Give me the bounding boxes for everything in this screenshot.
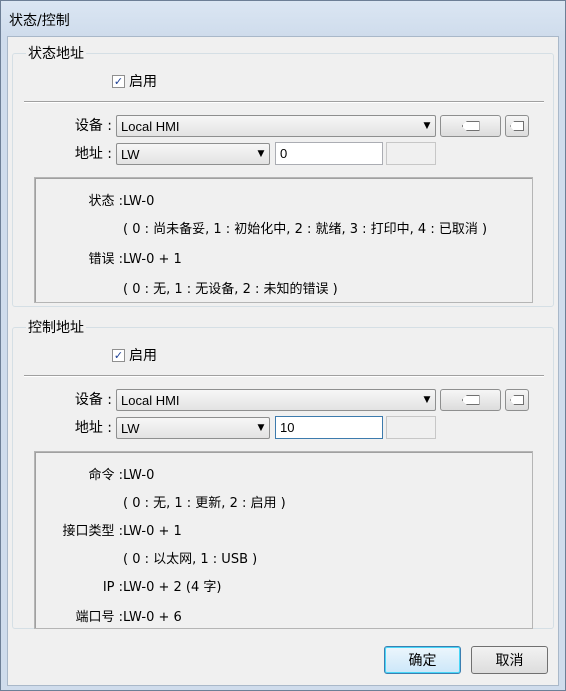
status-info-panel: 状态 :LW-0 ( 0 : 尚未备妥, 1 : 初始化中, 2 : 就绪, 3… — [34, 177, 533, 303]
status-enable-checkbox[interactable]: ✓ 启用 — [112, 71, 157, 91]
control-row-interface: 接口类型 :LW-0 + 1 — [62, 524, 182, 539]
control-info-panel: 命令 :LW-0 ( 0 : 无, 1 : 更新, 2 : 启用 ) 接口类型 … — [34, 451, 533, 629]
status-enable-label: 启用 — [129, 74, 157, 90]
tag-add-icon — [510, 395, 524, 405]
status-device-value: Local HMI — [121, 118, 180, 134]
tag-setting-icon — [461, 121, 480, 131]
control-divider — [24, 375, 544, 377]
tag-setting-icon — [461, 395, 480, 405]
status-row-error-desc: ( 0 : 无, 1 : 无设备, 2 : 未知的错误 ) — [123, 282, 338, 297]
status-row-state: 状态 :LW-0 — [88, 194, 155, 209]
status-divider — [24, 101, 544, 103]
chevron-down-icon: ▼ — [257, 423, 265, 433]
tag-add-icon — [510, 121, 524, 131]
control-device-label: 设备 : — [74, 392, 112, 408]
status-device-settings-button[interactable] — [440, 115, 501, 137]
control-row-command-desc: ( 0 : 无, 1 : 更新, 2 : 启用 ) — [123, 496, 286, 511]
control-address-input[interactable]: 10 — [275, 416, 383, 439]
status-row-state-desc: ( 0 : 尚未备妥, 1 : 初始化中, 2 : 就绪, 3 : 打印中, 4… — [123, 222, 488, 237]
status-row-error: 错误 :LW-0 + 1 — [88, 252, 182, 267]
status-address-title: 状态地址 — [26, 43, 86, 63]
control-device-select[interactable]: Local HMI ▼ — [116, 389, 436, 411]
control-row-port: 端口号 :LW-0 + 6 — [75, 610, 182, 625]
checkmark-icon: ✓ — [112, 348, 125, 362]
status-address-type-value: LW — [121, 146, 140, 162]
ok-button[interactable]: 确定 — [384, 646, 461, 674]
chevron-down-icon: ▼ — [423, 121, 431, 131]
control-device-settings-button[interactable] — [440, 389, 501, 411]
status-device-add-button[interactable] — [505, 115, 529, 137]
dialog-client-area: 状态地址 ✓ 启用 设备 : Local HMI ▼ 地址 : LW ▼ 0 状… — [7, 36, 559, 686]
title-bar: 状态/控制 — [1, 1, 565, 36]
status-address-input[interactable]: 0 — [275, 142, 383, 165]
control-row-interface-desc: ( 0 : 以太网, 1 : USB ) — [123, 552, 258, 567]
chevron-down-icon: ▼ — [257, 149, 265, 159]
window-title: 状态/控制 — [9, 13, 70, 29]
control-device-value: Local HMI — [121, 392, 180, 408]
control-device-add-button[interactable] — [505, 389, 529, 411]
status-device-select[interactable]: Local HMI ▼ — [116, 115, 436, 137]
checkmark-icon: ✓ — [112, 74, 125, 88]
status-address-label: 地址 : — [74, 146, 112, 162]
control-address-type-value: LW — [121, 420, 140, 436]
control-enable-checkbox[interactable]: ✓ 启用 — [112, 345, 157, 365]
dialog-window: 状态/控制 状态地址 ✓ 启用 设备 : Local HMI ▼ 地址 : LW… — [0, 0, 566, 691]
control-address-label: 地址 : — [74, 420, 112, 436]
chevron-down-icon: ▼ — [423, 395, 431, 405]
control-row-ip: IP :LW-0 + 2 (4 字) — [102, 580, 222, 595]
control-row-command: 命令 :LW-0 — [88, 468, 155, 483]
control-enable-label: 启用 — [129, 348, 157, 364]
control-address-extra-field — [386, 416, 436, 439]
control-address-type-select[interactable]: LW ▼ — [116, 417, 270, 439]
status-address-type-select[interactable]: LW ▼ — [116, 143, 270, 165]
control-address-title: 控制地址 — [26, 317, 86, 337]
status-address-extra-field — [386, 142, 436, 165]
status-device-label: 设备 : — [74, 118, 112, 134]
window-frame-right — [559, 36, 565, 690]
cancel-button[interactable]: 取消 — [471, 646, 548, 674]
